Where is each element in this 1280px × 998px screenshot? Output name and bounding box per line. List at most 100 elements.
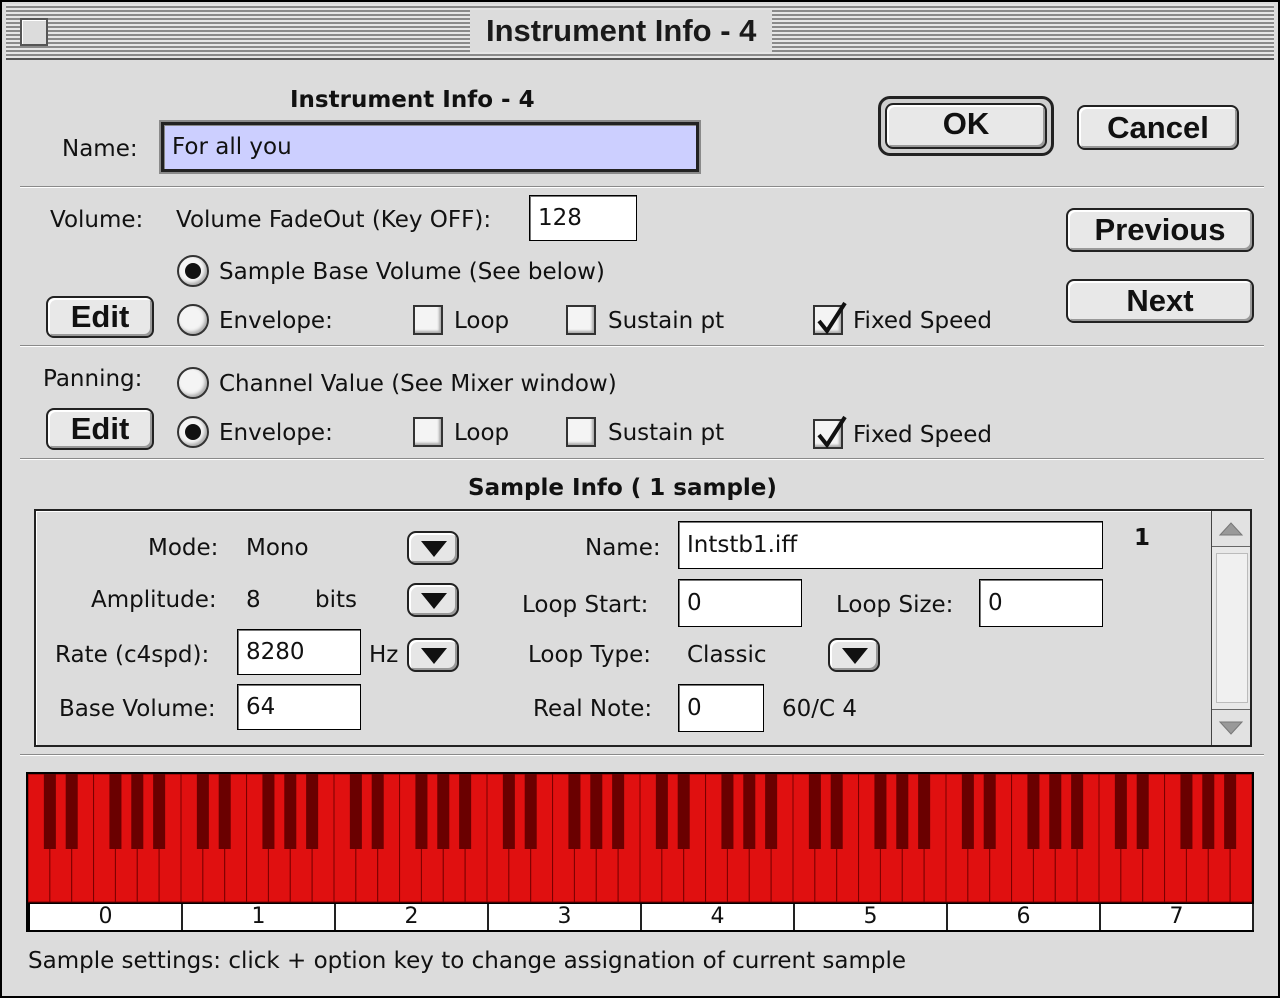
loop-size-input[interactable]: 0 (979, 579, 1103, 627)
checkmark-icon (817, 301, 847, 335)
black-key[interactable] (721, 774, 734, 849)
scroll-down-arrow[interactable] (1212, 709, 1250, 745)
amplitude-unit: bits (315, 587, 357, 613)
black-key[interactable] (524, 774, 537, 849)
black-key[interactable] (874, 774, 887, 849)
black-key[interactable] (677, 774, 690, 849)
separator (20, 186, 1264, 188)
real-note-display: 60/C 4 (782, 696, 858, 722)
octave-label: 5 (795, 904, 948, 930)
panning-fixed-speed-checkbox[interactable] (813, 415, 847, 449)
black-key[interactable] (1049, 774, 1062, 849)
status-text: Sample settings: click + option key to c… (28, 948, 907, 974)
black-key[interactable] (961, 774, 974, 849)
black-key[interactable] (502, 774, 515, 849)
black-key[interactable] (1136, 774, 1149, 849)
volume-envelope-radio[interactable] (177, 304, 209, 336)
black-key[interactable] (1180, 774, 1193, 849)
sample-index: 1 (1134, 525, 1151, 551)
black-key[interactable] (983, 774, 996, 849)
triangle-down-icon (1218, 721, 1244, 735)
panning-fixed-speed-label: Fixed Speed (853, 422, 993, 448)
black-key[interactable] (1027, 774, 1040, 849)
volume-fadeout-label: Volume FadeOut (Key OFF): (176, 207, 492, 233)
black-key[interactable] (743, 774, 756, 849)
octave-label: 7 (1101, 904, 1254, 930)
base-volume-input[interactable]: 64 (237, 684, 361, 730)
black-key[interactable] (218, 774, 231, 849)
rate-input[interactable]: 8280 (237, 629, 361, 675)
next-button[interactable]: Next (1066, 279, 1254, 323)
window-title: Instrument Info - 4 (470, 10, 773, 52)
black-key[interactable] (306, 774, 319, 849)
sample-base-volume-radio[interactable] (177, 255, 209, 287)
volume-envelope-label: Envelope: (219, 308, 333, 334)
scroll-track[interactable] (1216, 553, 1248, 703)
volume-loop-checkbox[interactable] (413, 305, 443, 335)
black-key[interactable] (765, 774, 778, 849)
black-key[interactable] (109, 774, 122, 849)
sample-list-scrollbar[interactable] (1211, 511, 1250, 745)
real-note-input[interactable]: 0 (678, 684, 764, 732)
separator (20, 754, 1264, 756)
black-key[interactable] (459, 774, 472, 849)
channel-value-radio[interactable] (177, 367, 209, 399)
loop-start-label: Loop Start: (522, 592, 649, 618)
black-key[interactable] (43, 774, 56, 849)
instrument-name-input[interactable]: For all you (161, 122, 699, 172)
rate-label: Rate (c4spd): (55, 642, 210, 668)
ok-button[interactable]: OK (878, 96, 1054, 156)
black-key[interactable] (808, 774, 821, 849)
black-key[interactable] (371, 774, 384, 849)
black-key[interactable] (1071, 774, 1084, 849)
real-note-label: Real Note: (533, 696, 653, 722)
volume-edit-button[interactable]: Edit (46, 296, 154, 338)
panning-sustain-label: Sustain pt (608, 420, 725, 446)
panning-envelope-radio[interactable] (177, 416, 209, 448)
mode-popup[interactable] (407, 531, 459, 565)
black-key[interactable] (415, 774, 428, 849)
scroll-up-arrow[interactable] (1212, 511, 1250, 547)
volume-loop-label: Loop (454, 308, 510, 334)
previous-button[interactable]: Previous (1066, 208, 1254, 252)
volume-fixed-speed-checkbox[interactable] (813, 301, 847, 335)
black-key[interactable] (896, 774, 909, 849)
black-key[interactable] (830, 774, 843, 849)
black-key[interactable] (1202, 774, 1215, 849)
cancel-button[interactable]: Cancel (1077, 105, 1239, 150)
sample-name-input[interactable]: Intstb1.iff (678, 521, 1103, 569)
black-key[interactable] (131, 774, 144, 849)
black-key[interactable] (590, 774, 603, 849)
black-key[interactable] (437, 774, 450, 849)
close-box[interactable] (20, 18, 48, 46)
black-key[interactable] (1114, 774, 1127, 849)
chevron-down-icon (842, 648, 868, 664)
separator (20, 345, 1264, 347)
piano-keys[interactable] (28, 774, 1252, 904)
black-key[interactable] (918, 774, 931, 849)
loop-type-popup[interactable] (828, 638, 880, 672)
black-key[interactable] (262, 774, 275, 849)
panning-loop-checkbox[interactable] (413, 417, 443, 447)
loop-type-value: Classic (687, 642, 767, 668)
sample-name-label: Name: (585, 535, 661, 561)
panning-sustain-checkbox[interactable] (566, 417, 596, 447)
black-key[interactable] (1224, 774, 1237, 849)
volume-sustain-checkbox[interactable] (566, 305, 596, 335)
black-key[interactable] (196, 774, 209, 849)
black-key[interactable] (655, 774, 668, 849)
piano-keyboard[interactable]: 01234567 (26, 772, 1254, 932)
black-key[interactable] (349, 774, 362, 849)
volume-fadeout-input[interactable]: 128 (529, 195, 637, 241)
volume-label: Volume: (50, 207, 144, 233)
panning-edit-button[interactable]: Edit (46, 408, 154, 450)
black-key[interactable] (612, 774, 625, 849)
black-key[interactable] (284, 774, 297, 849)
black-key[interactable] (568, 774, 581, 849)
rate-popup[interactable] (407, 638, 459, 672)
amplitude-popup[interactable] (407, 583, 459, 617)
title-bar[interactable]: Instrument Info - 4 (6, 4, 1274, 60)
black-key[interactable] (153, 774, 166, 849)
loop-start-input[interactable]: 0 (678, 579, 802, 627)
black-key[interactable] (65, 774, 78, 849)
